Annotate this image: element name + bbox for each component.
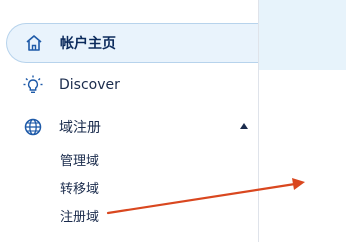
chevron-up-icon[interactable] <box>240 123 248 129</box>
sidebar-item-discover[interactable]: Discover <box>6 65 268 105</box>
page: 帐户主页 Discover 域注册 管理域 转移域 注册域 <box>0 0 346 242</box>
home-icon <box>23 32 45 54</box>
lightbulb-icon <box>22 74 44 96</box>
sidebar-subitem-transfer-domains[interactable]: 转移域 <box>60 182 99 198</box>
main-content <box>259 0 346 242</box>
sidebar-nav: 帐户主页 Discover 域注册 管理域 转移域 注册域 <box>0 0 268 242</box>
sidebar-item-label: 域注册 <box>59 120 101 136</box>
sidebar-item-account-home[interactable]: 帐户主页 <box>6 23 268 63</box>
sidebar-item-label: 帐户主页 <box>60 36 116 52</box>
globe-icon <box>22 116 44 138</box>
sidebar-item-domain-registration[interactable]: 域注册 <box>6 107 268 147</box>
content-header-band <box>259 0 346 70</box>
sidebar-item-label: Discover <box>59 77 120 93</box>
sidebar-subitem-manage-domains[interactable]: 管理域 <box>60 154 99 170</box>
sidebar-subitem-register-domains[interactable]: 注册域 <box>60 210 99 226</box>
